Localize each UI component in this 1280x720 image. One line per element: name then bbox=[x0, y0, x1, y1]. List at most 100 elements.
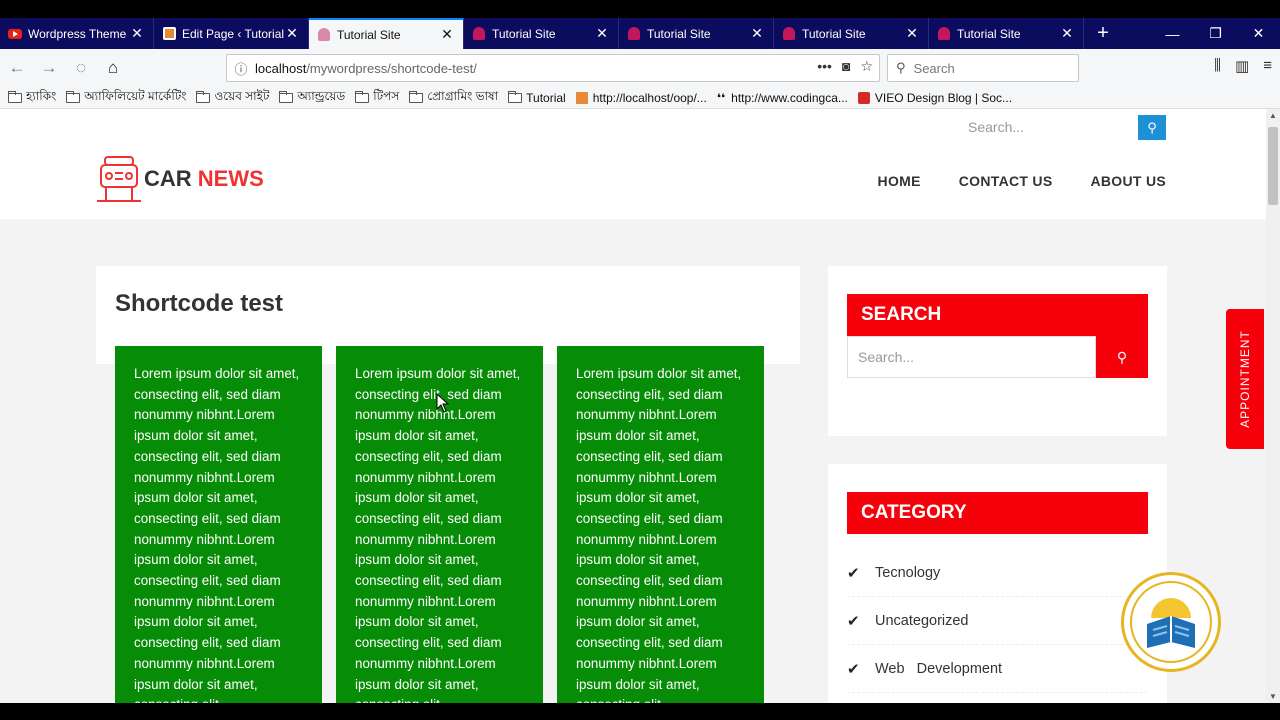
search-icon: ⚲ bbox=[1147, 119, 1157, 135]
bookmark-label: হ্যাকিং bbox=[26, 88, 57, 103]
category-item[interactable]: ✔ Uncategorized bbox=[847, 597, 1148, 645]
site-icon bbox=[782, 27, 796, 41]
url-bar[interactable]: ⓘ localhost/mywordpress/shortcode-test/ … bbox=[226, 54, 880, 82]
tab-label: Wordpress Theme D bbox=[28, 26, 129, 41]
tab-tutorial-site-active[interactable]: Tutorial Site ✕ bbox=[309, 18, 464, 49]
bookmark-folder[interactable]: অ্যাফিলিয়েট মার্কেটিং bbox=[66, 88, 186, 108]
tab-youtube[interactable]: Wordpress Theme D ✕ bbox=[0, 18, 154, 49]
back-arrow-icon[interactable]: ← bbox=[2, 53, 32, 83]
info-icon[interactable]: ⓘ bbox=[227, 59, 255, 78]
pocket-icon[interactable]: ◙ bbox=[842, 58, 850, 75]
bookmark-label: http://www.codingca... bbox=[731, 90, 848, 105]
toolbar-right: ⫼ ▥ ≡ bbox=[1214, 57, 1272, 75]
search-icon: ⚲ bbox=[1116, 348, 1128, 365]
check-icon: ✔ bbox=[847, 660, 860, 678]
logo-word-news: NEWS bbox=[197, 166, 264, 191]
close-icon[interactable]: ✕ bbox=[1059, 25, 1075, 42]
appointment-tab[interactable]: APPOINTMENT bbox=[1226, 309, 1264, 449]
menu-item-contact-us[interactable]: CONTACT US bbox=[959, 173, 1053, 189]
tab-tutorial-site[interactable]: Tutorial Site ✕ bbox=[464, 18, 619, 49]
page-icon bbox=[575, 91, 588, 104]
bookmarks-toolbar: হ্যাকিং অ্যাফিলিয়েট মার্কেটিং ওয়েব সাই… bbox=[0, 87, 1280, 109]
site-icon bbox=[317, 28, 331, 42]
logo-text: CAR NEWS bbox=[144, 166, 264, 192]
bookmark-link[interactable]: VIEO Design Blog | Soc... bbox=[857, 90, 1013, 105]
window-controls: — ❐ ✕ bbox=[1151, 18, 1280, 49]
bookmark-label: অ্যাফিলিয়েট মার্কেটিং bbox=[84, 88, 187, 103]
site-icon bbox=[472, 27, 486, 41]
loading-spinner-icon[interactable]: ◌ bbox=[66, 53, 96, 83]
tab-label: Tutorial Site bbox=[957, 26, 1021, 41]
sidebar-search-button[interactable]: ⚲ bbox=[1096, 336, 1148, 378]
bookmark-star-icon[interactable]: ☆ bbox=[860, 58, 873, 75]
bookmark-folder[interactable]: ওয়েব সাইট bbox=[196, 88, 269, 108]
youtube-icon bbox=[8, 27, 22, 41]
menu-hamburger-icon[interactable]: ≡ bbox=[1263, 57, 1272, 75]
category-label: Tecnology bbox=[875, 564, 941, 581]
site-icon bbox=[627, 27, 641, 41]
category-item[interactable]: ✔ Tecnology bbox=[847, 549, 1148, 597]
bookmark-label: VIEO Design Blog | Soc... bbox=[874, 90, 1013, 105]
close-icon[interactable]: ✕ bbox=[594, 25, 610, 42]
search-widget-title: SEARCH bbox=[847, 294, 1148, 336]
tab-label: Tutorial Site bbox=[337, 27, 401, 42]
close-icon[interactable]: ✕ bbox=[439, 26, 455, 43]
tab-tutorial-site[interactable]: Tutorial Site ✕ bbox=[774, 18, 929, 49]
folder-icon bbox=[8, 90, 22, 103]
category-item[interactable]: ✔ Web Development bbox=[847, 645, 1148, 693]
page-scrollbar[interactable]: ▲ ▼ bbox=[1266, 109, 1280, 703]
page-actions-icon[interactable]: ••• bbox=[817, 58, 832, 75]
codingcage-icon: ❛❛ bbox=[716, 90, 726, 105]
tab-tutorial-site[interactable]: Tutorial Site ✕ bbox=[929, 18, 1084, 49]
bookmark-folder[interactable]: প্রোগ্রামিং ভাষা bbox=[409, 88, 498, 108]
bookmark-link[interactable]: http://localhost/oop/... bbox=[575, 91, 707, 105]
close-icon[interactable]: ✕ bbox=[129, 25, 145, 42]
sidebar-icon[interactable]: ▥ bbox=[1235, 57, 1249, 75]
close-icon[interactable]: ✕ bbox=[904, 25, 920, 42]
scroll-up-icon[interactable]: ▲ bbox=[1266, 111, 1280, 120]
site-header: Search... ⚲ CAR NEWS HOME CONTACT US ABO… bbox=[0, 109, 1266, 219]
folder-icon bbox=[196, 90, 211, 103]
minimize-icon[interactable]: — bbox=[1151, 18, 1194, 49]
shortcode-column: Lorem ipsum dolor sit amet, consecting e… bbox=[115, 346, 322, 703]
close-icon[interactable]: ✕ bbox=[284, 25, 300, 42]
main-menu: HOME CONTACT US ABOUT US bbox=[878, 173, 1166, 189]
bookmark-folder[interactable]: অ্যান্ড্রয়েড bbox=[279, 88, 345, 108]
tab-tutorial-site[interactable]: Tutorial Site ✕ bbox=[619, 18, 774, 49]
category-widget-title: CATEGORY bbox=[847, 492, 1148, 534]
tab-strip: Wordpress Theme D ✕ Edit Page ‹ Tutorial… bbox=[0, 18, 1280, 49]
menu-item-about-us[interactable]: ABOUT US bbox=[1090, 173, 1166, 189]
tab-edit-page[interactable]: Edit Page ‹ Tutorial ✕ bbox=[154, 18, 309, 49]
scroll-down-icon[interactable]: ▼ bbox=[1266, 692, 1280, 701]
close-icon[interactable]: ✕ bbox=[749, 25, 765, 42]
shortcode-column: Lorem ipsum dolor sit amet, consecting e… bbox=[557, 346, 764, 703]
check-icon: ✔ bbox=[847, 564, 860, 582]
browser-search-input[interactable]: ⚲ Search bbox=[887, 54, 1079, 82]
bookmark-label: টিপস bbox=[373, 88, 400, 103]
navigation-toolbar: ← → ◌ ⌂ ⓘ localhost/mywordpress/shortcod… bbox=[0, 49, 1280, 87]
folder-icon bbox=[279, 90, 294, 103]
folder-icon bbox=[508, 90, 523, 103]
bookmark-folder[interactable]: Tutorial bbox=[508, 90, 566, 105]
new-tab-plus-icon[interactable]: + bbox=[1084, 18, 1122, 49]
web-page: Search... ⚲ CAR NEWS HOME CONTACT US ABO… bbox=[0, 109, 1266, 703]
restore-icon[interactable]: ❐ bbox=[1194, 18, 1237, 49]
menu-item-home[interactable]: HOME bbox=[878, 173, 921, 189]
bookmark-folder[interactable]: হ্যাকিং bbox=[8, 88, 56, 108]
header-search-input[interactable]: Search... bbox=[968, 115, 1136, 139]
bookmark-link[interactable]: ❛❛ http://www.codingca... bbox=[717, 91, 848, 105]
header-search-button[interactable]: ⚲ bbox=[1138, 115, 1166, 140]
search-icon: ⚲ bbox=[896, 60, 906, 75]
close-window-icon[interactable]: ✕ bbox=[1237, 18, 1280, 49]
library-icon[interactable]: ⫼ bbox=[1214, 57, 1221, 75]
tab-label: Tutorial Site bbox=[647, 26, 711, 41]
tab-label: Tutorial Site bbox=[492, 26, 556, 41]
sidebar-search-input[interactable]: Search... bbox=[847, 336, 1096, 378]
bookmark-folder[interactable]: টিপস bbox=[355, 88, 399, 108]
site-logo[interactable]: CAR NEWS bbox=[96, 155, 264, 203]
forward-arrow-icon[interactable]: → bbox=[34, 53, 64, 83]
bookmark-label: প্রোগ্রামিং ভাষা bbox=[427, 88, 499, 103]
search-placeholder: Search bbox=[913, 60, 955, 76]
scrollbar-thumb[interactable] bbox=[1268, 127, 1278, 205]
home-icon[interactable]: ⌂ bbox=[98, 53, 128, 83]
